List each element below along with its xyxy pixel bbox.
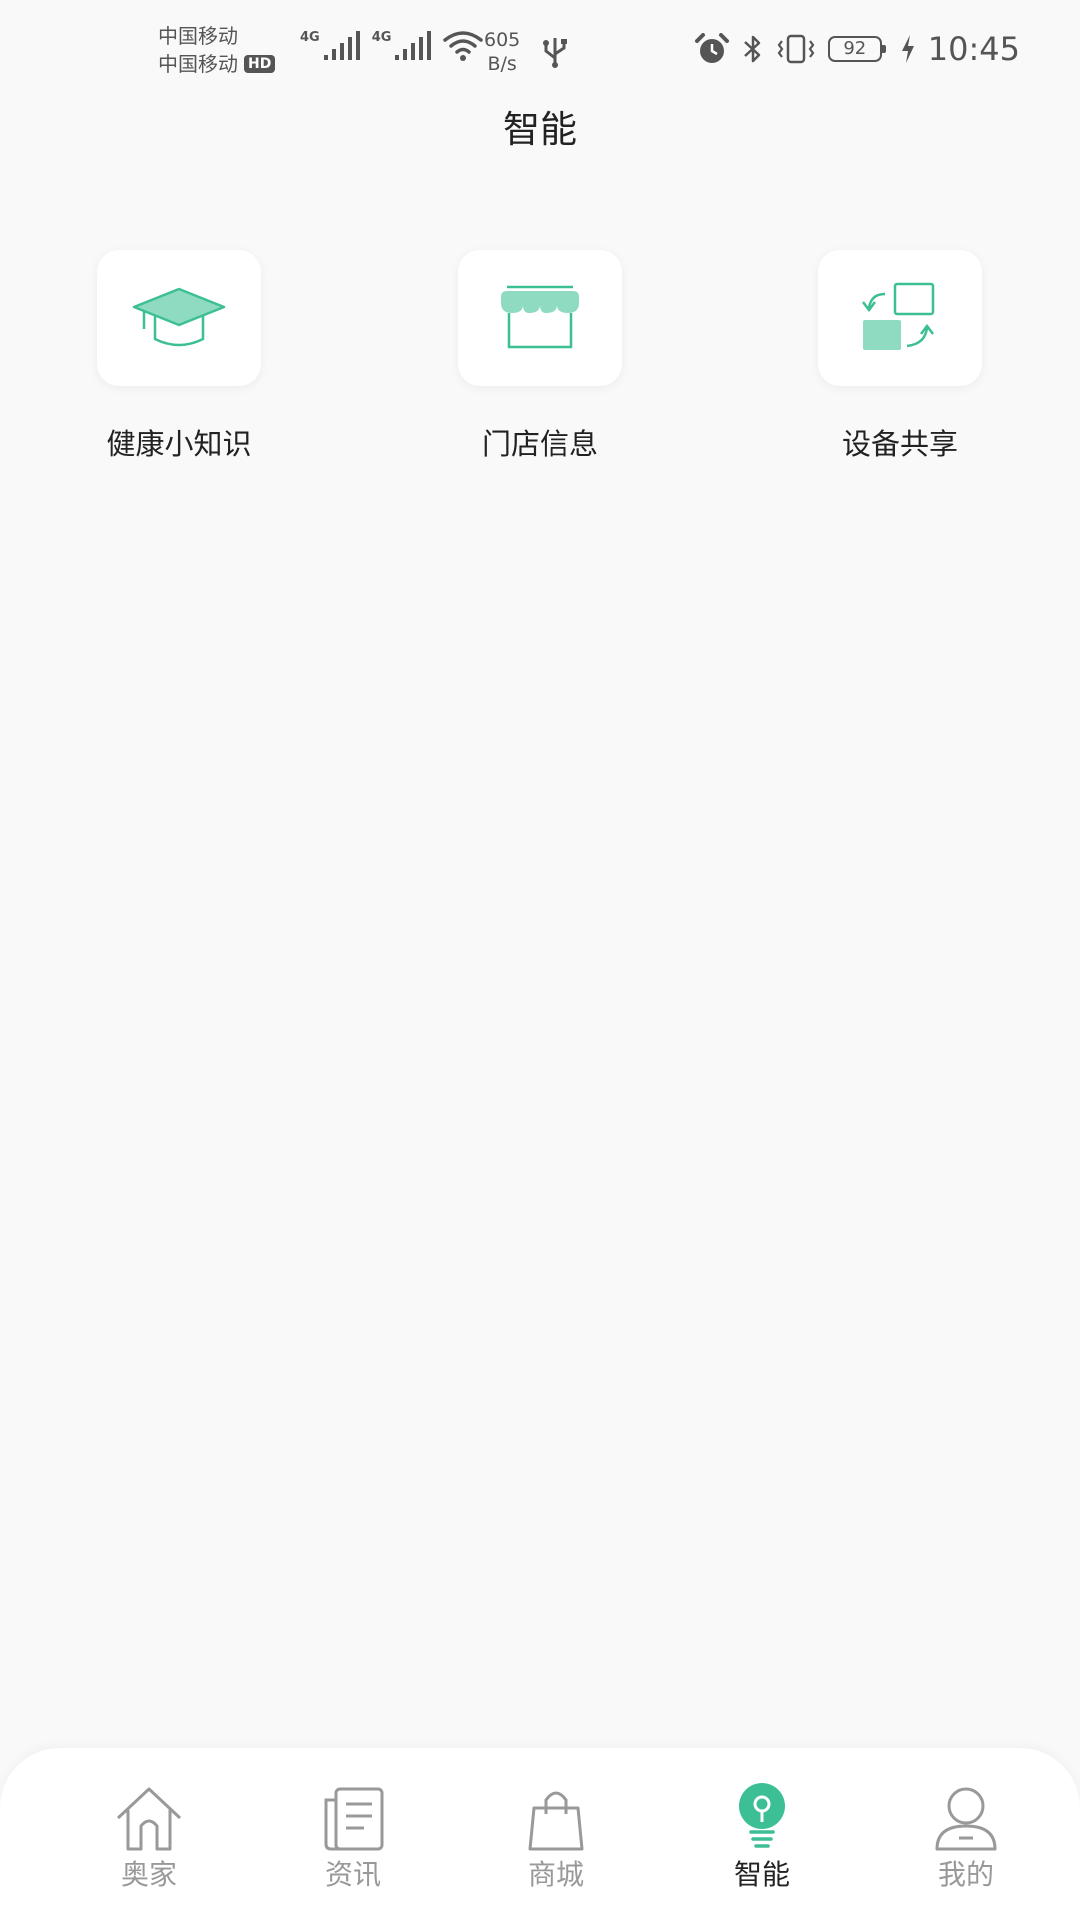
nav-item-home[interactable]: 奥家: [69, 1782, 229, 1894]
network-speed-unit: B/s: [487, 53, 517, 75]
nav-item-mine[interactable]: 我的: [886, 1782, 1046, 1894]
charging-icon: [901, 35, 914, 63]
signal-4g-icon-2: 4G: [372, 31, 434, 61]
signal-bars-icon: [395, 31, 432, 60]
signal-type-2: 4G: [371, 30, 392, 45]
feature-label: 设备共享: [841, 427, 958, 461]
carrier-info: 中国移动 中国移动 HD: [158, 22, 276, 78]
nav-icon-wrap: [682, 1782, 842, 1852]
nav-item-news[interactable]: 资讯: [273, 1782, 433, 1894]
network-speed: 605 B/s: [484, 28, 520, 76]
carrier-line-2: 中国移动 HD: [158, 50, 276, 78]
signal-bars-icon: [323, 31, 360, 60]
shopping-bag-icon: [528, 1791, 584, 1851]
nav-item-mall[interactable]: 商城: [476, 1782, 636, 1894]
clock: 10:45: [927, 30, 1020, 68]
nav-label: 奥家: [120, 1858, 177, 1891]
lightbulb-icon: [739, 1783, 785, 1848]
feature-card[interactable]: [97, 250, 261, 386]
feature-label: 健康小知识: [106, 427, 252, 461]
vibrate-icon: [777, 34, 815, 64]
nav-icon-wrap: [69, 1782, 229, 1852]
carrier-name-1: 中国移动: [158, 24, 238, 48]
bottom-navigation: 奥家 资讯 商城 智能 我的: [0, 1748, 1080, 1920]
status-bar: 中国移动 中国移动 HD 4G 4G 605 B/s 92 10:45: [0, 0, 1080, 104]
user-icon: [935, 1787, 997, 1851]
nav-icon-wrap: [273, 1782, 433, 1852]
graduation-cap-icon: [132, 287, 226, 347]
nav-label: 资讯: [324, 1858, 381, 1891]
feature-card[interactable]: [458, 250, 622, 386]
news-icon: [324, 1787, 384, 1851]
usb-icon: [543, 38, 567, 68]
feature-store-info[interactable]: 门店信息: [410, 250, 670, 464]
nav-label: 商城: [527, 1858, 584, 1891]
home-icon: [116, 1787, 182, 1851]
nav-label: 智能: [733, 1858, 790, 1891]
wifi-icon: [443, 31, 484, 61]
network-speed-value: 605: [484, 29, 521, 51]
nav-icon-wrap: [886, 1782, 1046, 1852]
signal-group: 4G 4G: [300, 30, 484, 62]
feature-card[interactable]: [818, 250, 982, 386]
signal-type-1: 4G: [300, 30, 320, 45]
feature-health-tips[interactable]: 健康小知识: [49, 250, 309, 464]
feature-label: 门店信息: [481, 427, 598, 461]
carrier-line-1: 中国移动: [158, 22, 275, 50]
carrier-name-2: 中国移动: [158, 52, 238, 76]
bluetooth-icon: [743, 35, 761, 63]
hd-badge: HD: [244, 55, 276, 73]
storefront-icon: [501, 285, 579, 349]
feature-device-share[interactable]: 设备共享: [770, 250, 1030, 464]
signal-4g-icon-1: 4G: [300, 31, 362, 61]
page-title: 智能: [503, 108, 577, 151]
nav-label: 我的: [937, 1858, 994, 1891]
nav-item-smart[interactable]: 智能: [682, 1782, 842, 1894]
nav-icon-wrap: [476, 1782, 636, 1852]
alarm-icon: [694, 33, 729, 63]
share-swap-icon: [862, 282, 935, 350]
battery-indicator: 92: [827, 36, 886, 62]
status-right-group: 92 10:45: [694, 30, 1020, 68]
